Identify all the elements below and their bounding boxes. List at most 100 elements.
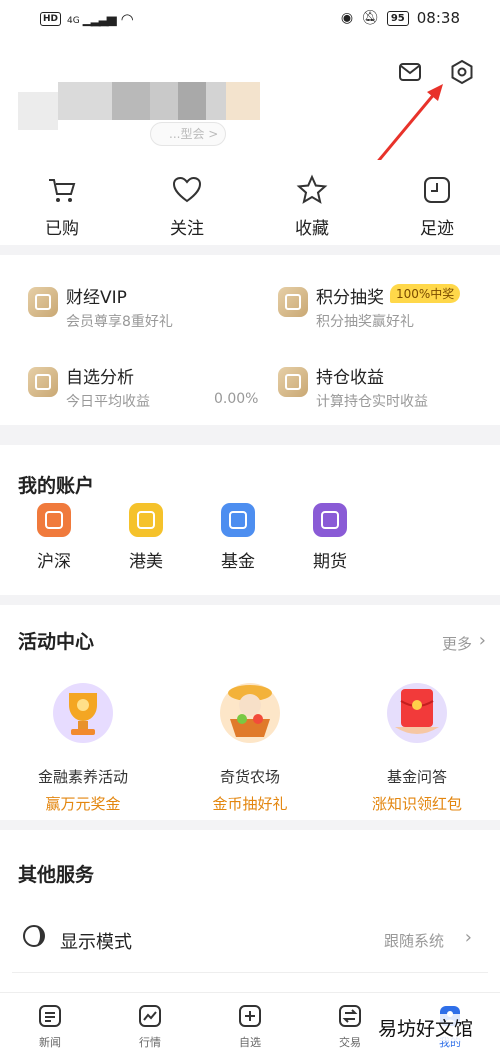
- activity-subtitle: 涨知识领红包: [371, 795, 462, 813]
- blurred-username: [178, 82, 208, 120]
- blurred-username: [112, 82, 152, 120]
- mail-icon[interactable]: [396, 58, 424, 86]
- service-title: 自选分析: [66, 368, 134, 388]
- quick-links: 已购 关注 收藏 足迹: [0, 160, 500, 245]
- signal-icon: 4G ▁▂▃▅: [67, 11, 117, 27]
- blurred-username: [226, 82, 260, 120]
- quick-link-label: 已购: [45, 219, 79, 239]
- account-hs[interactable]: 沪深: [24, 503, 84, 572]
- plus-square-icon: [239, 1005, 261, 1027]
- activity-financial-literacy[interactable]: 金融素养活动 赢万元奖金: [8, 675, 158, 814]
- service-subtitle: 计算持仓实时收益: [316, 394, 428, 410]
- display-mode-row[interactable]: 显示模式 跟随系统 ›: [0, 910, 500, 970]
- service-position-return[interactable]: 持仓收益 计算持仓实时收益: [278, 363, 498, 423]
- cart-icon: [49, 179, 76, 202]
- quick-link-favorites[interactable]: 收藏: [272, 174, 352, 239]
- tab-watchlist[interactable]: 自选: [210, 1003, 290, 1050]
- activity-section: 活动中心 更多 › 金融素养活动 赢万元奖金 奇货农场 金币抽好礼 基金问答 涨…: [0, 605, 500, 820]
- tab-label: 行情: [139, 1036, 161, 1049]
- account-fund[interactable]: 基金: [208, 503, 268, 572]
- activity-fund-quiz[interactable]: 基金问答 涨知识领红包: [342, 675, 492, 814]
- activity-name: 基金问答: [386, 768, 447, 786]
- more-link[interactable]: 更多: [442, 633, 472, 654]
- chevron-right-icon[interactable]: ›: [479, 630, 486, 651]
- other-services-section: 其他服务 显示模式 跟随系统 ›: [0, 830, 500, 992]
- quick-link-follow[interactable]: 关注: [147, 174, 227, 239]
- service-title: 财经VIP: [66, 288, 127, 308]
- activity-subtitle: 金币抽好礼: [212, 795, 288, 813]
- blurred-username: [18, 92, 58, 130]
- section-title: 其他服务: [18, 864, 95, 886]
- battery-indicator: 95: [386, 10, 409, 26]
- display-mode-icon: [23, 925, 45, 947]
- account-label: 港美: [129, 552, 163, 572]
- clock: 08:38: [416, 9, 460, 27]
- chevron-right-icon: ›: [464, 927, 472, 948]
- red-envelope-illustration: [387, 683, 447, 743]
- market-chart-icon: [139, 1005, 161, 1027]
- account-label: 期货: [313, 552, 347, 572]
- heart-icon: [172, 176, 202, 203]
- tab-label: 新闻: [39, 1036, 61, 1049]
- section-title: 我的账户: [18, 475, 95, 497]
- quick-link-history[interactable]: 足迹: [397, 174, 477, 239]
- divider: [12, 972, 488, 973]
- tab-market[interactable]: 行情: [110, 1003, 190, 1050]
- lottery-icon: [278, 287, 308, 317]
- hs-market-icon: [37, 503, 71, 537]
- vip-icon: [28, 287, 58, 317]
- tab-news[interactable]: 新闻: [10, 1003, 90, 1050]
- trade-icon: [339, 1005, 361, 1027]
- service-title: 积分抽奖: [316, 288, 384, 308]
- quick-link-purchased[interactable]: 已购: [22, 174, 102, 239]
- star-icon: [296, 174, 328, 204]
- position-icon: [278, 367, 308, 397]
- account-hk-us[interactable]: 港美: [116, 503, 176, 572]
- service-lottery[interactable]: 积分抽奖 100%中奖 积分抽奖赢好礼: [278, 283, 498, 343]
- tab-label: 自选: [239, 1036, 261, 1049]
- service-subtitle: 积分抽奖赢好礼: [316, 314, 414, 330]
- member-level-pill[interactable]: ...型会 >: [150, 122, 226, 146]
- activity-name: 奇货农场: [219, 768, 280, 786]
- blurred-username: [206, 82, 228, 120]
- mute-icon: 🔕︎: [361, 10, 379, 26]
- wifi-icon: ◠: [120, 10, 134, 28]
- account-label: 沪深: [37, 552, 71, 572]
- service-subtitle: 今日平均收益: [66, 394, 150, 410]
- trophy-illustration: [53, 683, 113, 743]
- service-subtitle: 会员尊享8重好礼: [66, 314, 173, 330]
- watermark: 易坊好文馆: [374, 1014, 476, 1041]
- quick-link-label: 收藏: [295, 219, 329, 239]
- activity-subtitle: 赢万元奖金: [45, 795, 121, 813]
- settings-icon[interactable]: [448, 58, 476, 86]
- fund-icon: [221, 503, 255, 537]
- history-icon: [424, 177, 450, 203]
- quick-link-label: 关注: [170, 219, 204, 239]
- profile-header: ...型会 >: [0, 40, 500, 160]
- eye-icon: ◉: [340, 10, 354, 26]
- services-grid: 财经VIP 会员尊享8重好礼 积分抽奖 100%中奖 积分抽奖赢好礼 自选分析 …: [0, 255, 500, 425]
- blurred-username: [150, 82, 180, 120]
- farm-basket-illustration: [220, 683, 280, 743]
- display-mode-label: 显示模式: [60, 932, 132, 953]
- service-watchlist-analysis[interactable]: 自选分析 今日平均收益 0.00%: [28, 363, 258, 423]
- activity-farm[interactable]: 奇货农场 金币抽好礼: [175, 675, 325, 814]
- win-badge: 100%中奖: [390, 284, 461, 303]
- avg-return-value: 0.00%: [214, 391, 259, 407]
- account-label: 基金: [221, 552, 255, 572]
- section-title: 活动中心: [18, 631, 95, 653]
- quick-link-label: 足迹: [420, 219, 454, 239]
- futures-icon: [313, 503, 347, 537]
- account-futures[interactable]: 期货: [300, 503, 360, 572]
- display-mode-value: 跟随系统: [383, 932, 444, 950]
- hd-indicator: HD: [40, 12, 62, 26]
- news-icon: [39, 1005, 61, 1027]
- hk-us-market-icon: [129, 503, 163, 537]
- accounts-section: 我的账户 沪深 港美 基金 期货: [0, 445, 500, 595]
- status-bar: HD 4G ▁▂▃▅ ◠ ◉ 🔕︎ 95 08:38: [0, 0, 500, 40]
- blurred-username: [58, 82, 118, 120]
- analysis-icon: [28, 367, 58, 397]
- activity-name: 金融素养活动: [37, 768, 128, 786]
- service-title: 持仓收益: [316, 368, 384, 388]
- service-vip[interactable]: 财经VIP 会员尊享8重好礼: [28, 283, 248, 343]
